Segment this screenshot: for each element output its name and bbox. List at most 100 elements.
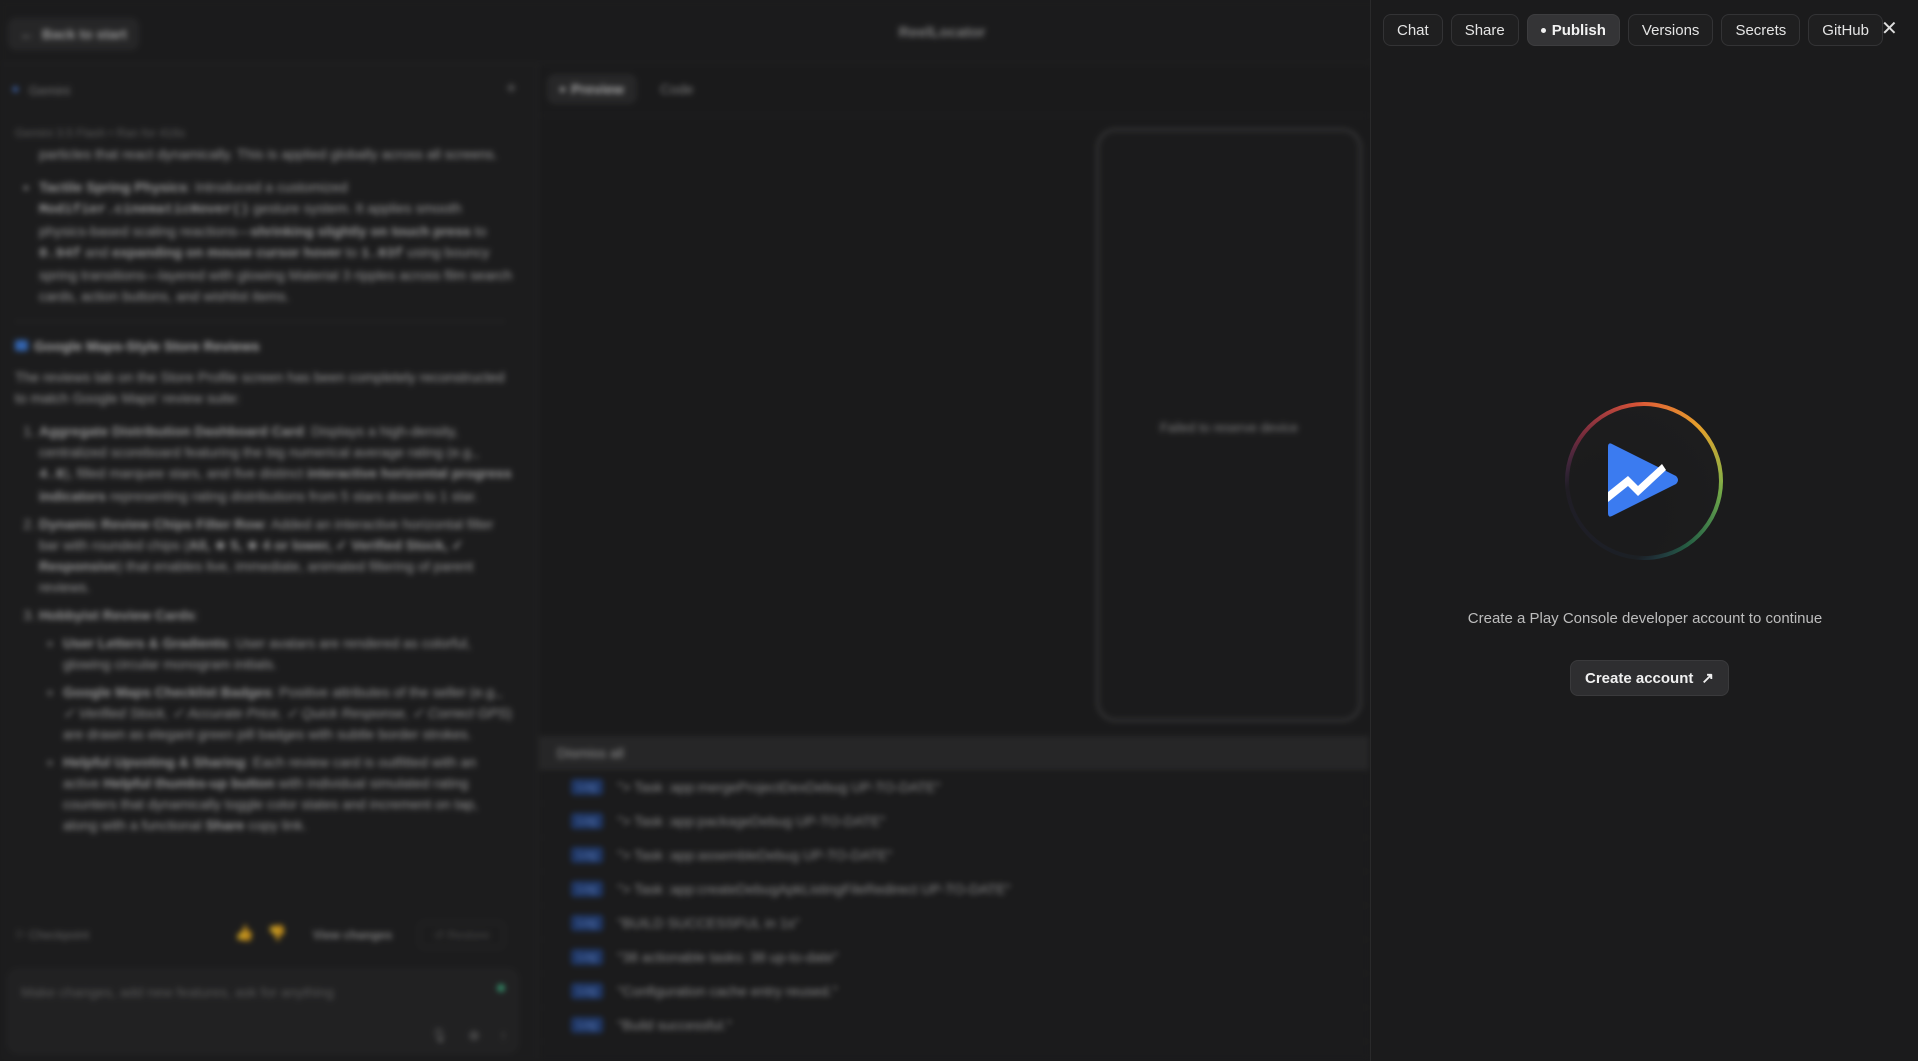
tab-versions-label: Versions [1641,21,1700,39]
publish-panel: Chat Share Publish Versions Secrets GitH… [1370,0,1918,1061]
composer-tools: 🎙 ⊕ ↑ [430,1027,507,1044]
create-account-button[interactable]: Create account ↗ [1570,660,1729,696]
list-item: Helpful Upvoting & Sharing: Each review … [63,752,515,836]
log-text: "Configuration cache entry reused." [617,982,838,999]
tab-github[interactable]: GitHub [1808,14,1883,46]
log-tag: Log [571,812,604,829]
preview-panel: Preview Code Failed to reserve device Di… [539,64,1369,1061]
view-changes-button[interactable]: View changes [313,928,392,942]
reviews-feature-list: Aggregate Distribution Dashboard Card: D… [15,421,515,836]
tab-share[interactable]: Share [1450,14,1519,46]
log-text: "> Task :app:createDebugApkListingFileRe… [617,880,1011,897]
status-dot [497,984,505,992]
microphone-icon[interactable]: 🎙 [430,1027,448,1044]
chat-scrollbar[interactable] [526,120,534,1000]
tab-chat-label: Chat [1397,21,1429,39]
dismiss-all-button[interactable]: Dismiss all [557,745,624,761]
section-divider [15,321,505,322]
log-row: Log "> Task :app:assembleDebug UP-TO-DATE… [539,838,1369,872]
close-icon[interactable]: ✕ [1881,16,1898,41]
new-chat-plus-icon[interactable]: + [506,78,517,99]
attach-icon[interactable]: ⊕ [468,1027,480,1044]
item1-title: Aggregate Distribution Dashboard Card [39,423,304,439]
log-row: Log "> Task :app:createDebugApkListingFil… [539,872,1369,906]
composer-placeholder: Make changes, add new features, ask for … [21,984,334,1000]
tab-github-label: GitHub [1822,21,1869,39]
tab-secrets[interactable]: Secrets [1721,14,1801,46]
map-icon [15,340,28,351]
panel-tabs: Chat Share Publish Versions Secrets GitH… [1383,14,1883,46]
tab-chat[interactable]: Chat [1383,14,1443,46]
device-error-message: Failed to reserve device [1159,420,1298,435]
restore-button[interactable]: ↺ Restore [419,922,505,948]
intro-partial: particles that react dynamically. This i… [39,146,498,162]
external-link-icon: ↗ [1701,670,1714,687]
sub1-title: User Letters & Gradients [63,635,228,651]
build-log-panel: Dismiss all Log "> Task :app:mergeProject… [539,736,1369,1061]
sub3-bold-2: Share [205,817,245,833]
sub3-bold-1: Helpful thumbs-up button [103,775,275,791]
log-tag: Log [571,778,604,795]
tab-versions[interactable]: Versions [1627,14,1714,46]
tactile-bold-2: expanding on mouse cursor hover [112,244,342,260]
list-item: Aggregate Distribution Dashboard Card: D… [39,421,515,507]
log-row: Log "BUILD SUCCESSFUL in 1s" [539,906,1369,940]
tabs-divider [539,115,1369,116]
app-root: ← Back to start ReelLocator ✦ Gemini + G… [0,0,1918,1061]
checkpoint-link[interactable]: ⚐ Checkpoint [15,928,89,942]
tactile-text-5: to [341,244,362,260]
tactile-text-4: and [81,244,113,260]
prompt-composer[interactable]: Make changes, add new features, ask for … [8,969,518,1053]
item3-sublist: User Letters & Gradients: User avatars a… [39,633,515,836]
log-tag: Log [571,880,604,897]
sub3-title: Helpful Upvoting & Sharing [63,754,245,770]
sub2-text-1: : Positive attributes of the seller (e.g… [271,684,502,700]
log-text: "38 actionable tasks: 38 up-to-date" [617,948,839,965]
active-dot [1540,27,1546,33]
device-frame: Failed to reserve device [1096,128,1362,722]
log-toolbar: Dismiss all [539,736,1369,770]
gemini-sparkle-icon: ✦ [10,82,21,97]
checkpoint-label: Checkpoint [29,928,90,942]
tab-publish[interactable]: Publish [1526,14,1620,46]
item1-code: 4.8 [39,467,65,483]
restore-icon: ↺ [434,928,448,942]
log-tag: Log [571,1016,604,1033]
log-text: "> Task :app:mergeProjectDexDebug UP-TO-… [617,778,941,795]
tab-preview[interactable]: Preview [547,74,637,104]
item2-title: Dynamic Review Chips Filter Row [39,516,264,532]
item1-text-3: representing rating distributions from 5… [105,488,478,504]
chat-header-title: Gemini [28,82,71,98]
tactile-text-1: : Introduced a customized [187,179,348,195]
log-list: Log "> Task :app:mergeProjectDexDebug UP-… [539,770,1369,1042]
log-row: Log "38 actionable tasks: 38 up-to-date" [539,940,1369,974]
tab-code[interactable]: Code [647,74,706,104]
tab-secrets-label: Secrets [1735,21,1787,39]
tactile-list: Tactile Spring Physics: Introduced a cus… [15,177,515,307]
tactile-text-3: to [470,223,487,239]
list-item: User Letters & Gradients: User avatars a… [63,633,515,675]
create-account-label: Create account [1585,669,1694,687]
flag-icon: ⚐ [15,928,30,942]
play-console-icon [1559,396,1729,566]
list-item: Hobbyist Review Cards: User Letters & Gr… [39,605,515,836]
log-text: "> Task :app:assembleDebug UP-TO-DATE" [617,846,893,863]
section-heading: Google Maps-Style Store Reviews [15,336,515,357]
tactile-code-2: 0.94f [39,246,82,262]
thumbs-up-icon[interactable]: 👍 [235,924,254,942]
model-info: Gemini 3.5 Flash • Ran for 416s [15,126,186,140]
tab-preview-label: Preview [571,81,624,97]
tactile-code-1: Modifier.cinematicHover() [39,202,250,218]
log-row: Log "Build successful." [539,1008,1369,1042]
log-tag: Log [571,982,604,999]
chat-panel: ✦ Gemini + Gemini 3.5 Flash • Ran for 41… [0,64,538,1061]
chat-header: ✦ Gemini [10,82,70,98]
thumbs-down-icon[interactable]: 👎 [268,924,287,942]
list-item: Google Maps Checklist Badges: Positive a… [63,682,515,745]
send-icon[interactable]: ↑ [500,1027,507,1044]
log-row: Log "Configuration cache entry reused." [539,974,1369,1008]
message-actions: ⚐ Checkpoint 👍 👎 View changes ↺ Restore [15,922,515,948]
tactile-title: Tactile Spring Physics [39,179,188,195]
log-text: "Build successful." [617,1016,732,1033]
sub3-text-3: copy link. [244,817,307,833]
